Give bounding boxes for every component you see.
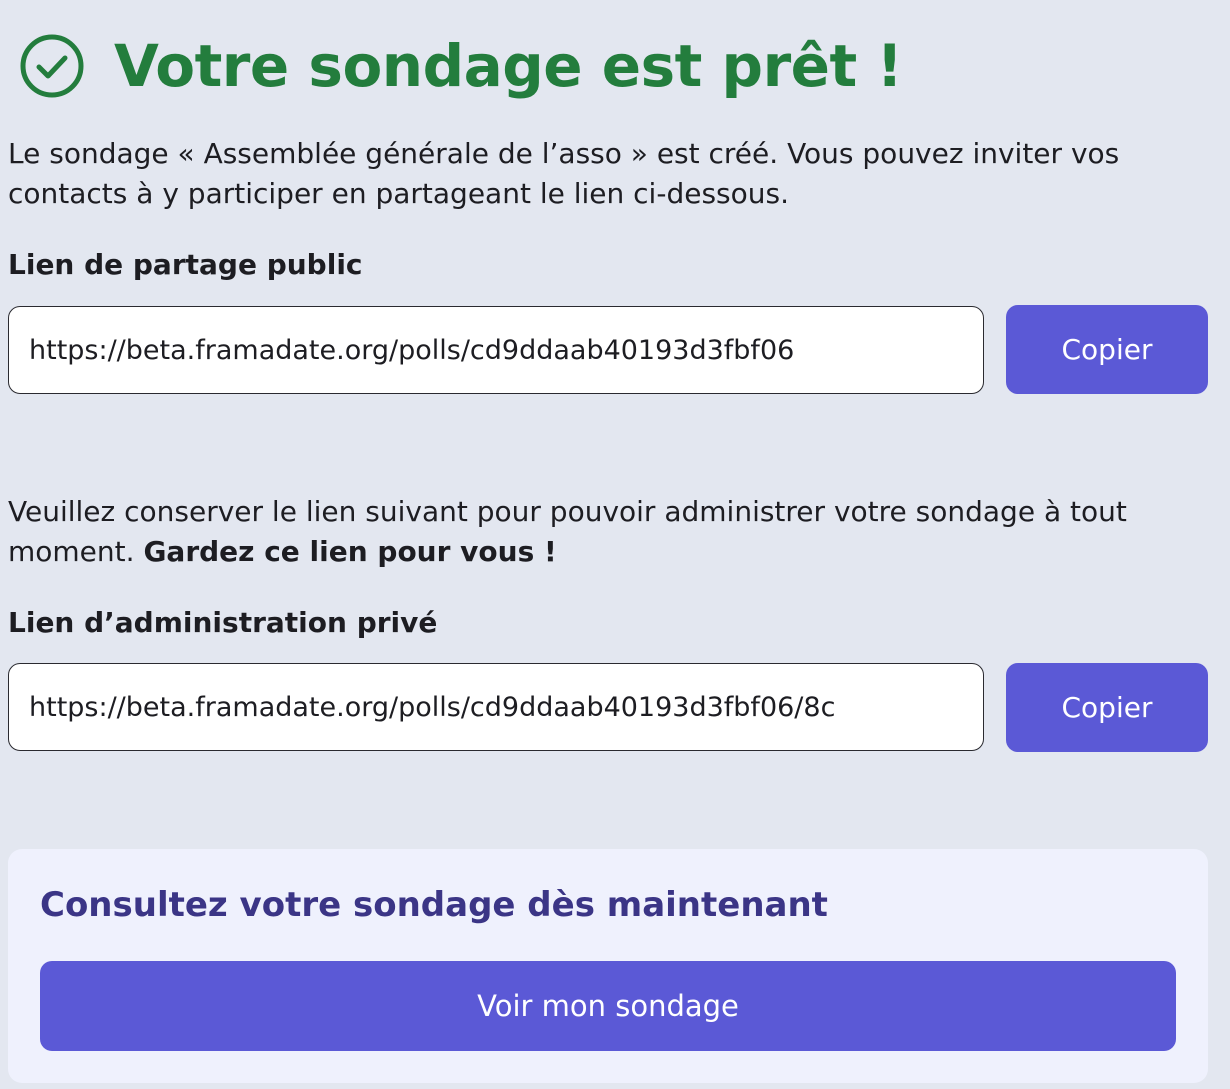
title-row: Votre sondage est prêt ! [18,28,903,104]
copy-admin-link-button[interactable]: Copier [1006,663,1208,752]
admin-link-field[interactable] [8,663,984,751]
view-poll-button[interactable]: Voir mon sondage [40,961,1176,1051]
admin-link-label: Lien d’administration privé [8,606,438,639]
admin-notice-emphasis: Gardez ce lien pour vous ! [143,535,557,568]
copy-public-link-button[interactable]: Copier [1006,305,1208,394]
public-link-label: Lien de partage public [8,248,363,281]
intro-text: Le sondage « Assemblée générale de l’ass… [8,137,1120,210]
page-title: Votre sondage est prêt ! [114,32,903,100]
admin-notice-text: Veuillez conserver le lien suivant pour … [8,492,1208,572]
public-link-field[interactable] [8,306,984,394]
check-circle-icon [18,32,86,100]
view-poll-card-title: Consultez votre sondage dès maintenant [40,885,828,925]
view-poll-card: Consultez votre sondage dès maintenant V… [8,849,1208,1083]
